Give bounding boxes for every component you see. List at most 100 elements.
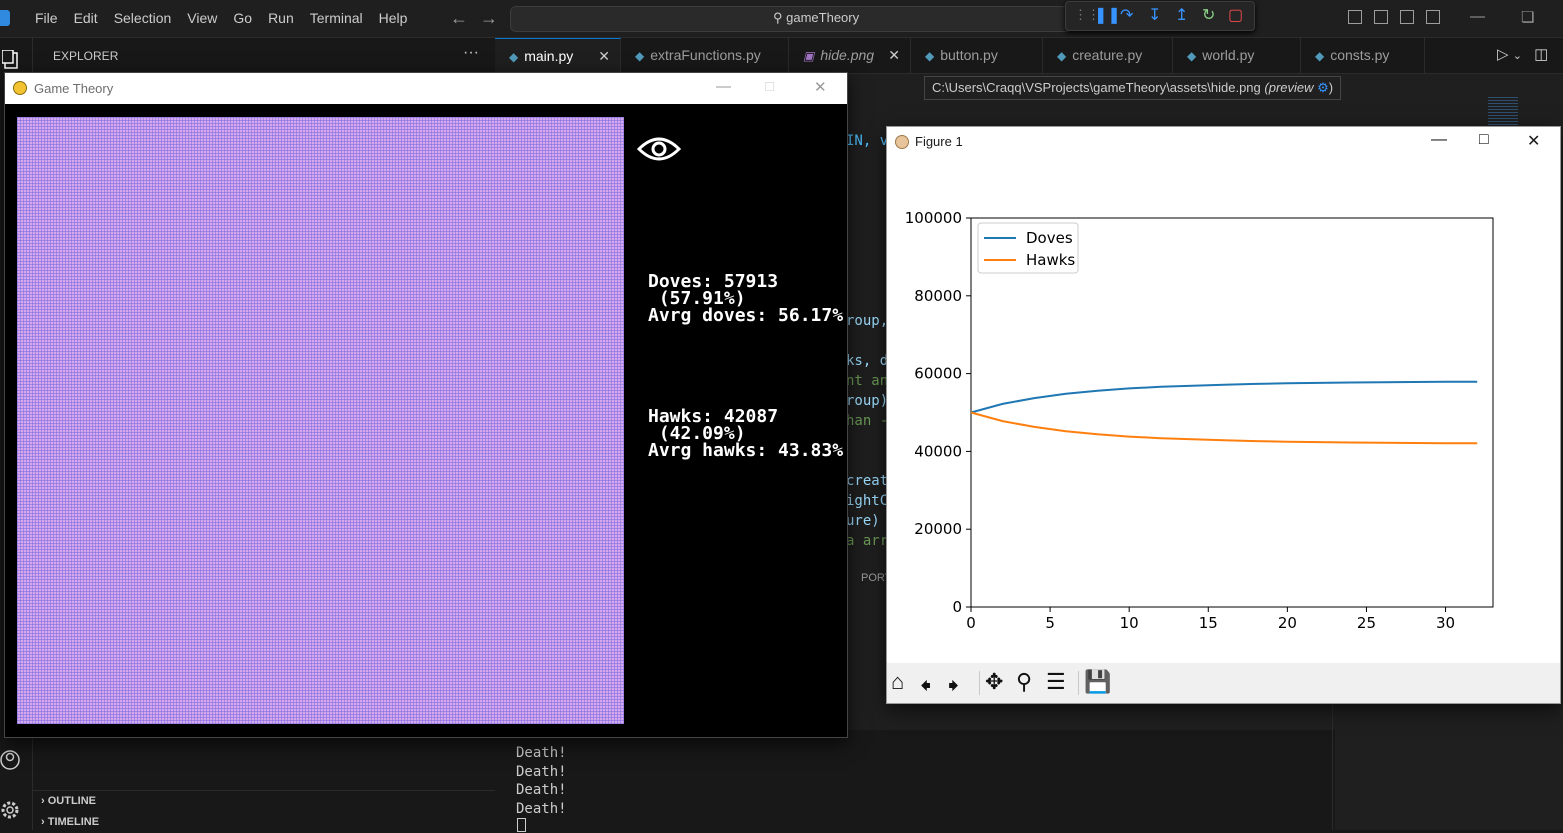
- python-file-icon: ◆: [635, 49, 645, 63]
- toggle-sidebar-icon[interactable]: [1348, 10, 1362, 24]
- account-icon[interactable]: [0, 748, 22, 772]
- vscode-logo-icon: [0, 10, 10, 26]
- menu-bar: File Edit Selection View Go Run Terminal…: [27, 10, 415, 26]
- code-fragment: creat: [846, 473, 889, 489]
- figure-titlebar[interactable]: Figure 1 — □ ✕: [887, 127, 1560, 157]
- tab-extrafunctions-py[interactable]: ◆ extraFunctions.py: [621, 38, 789, 73]
- plot-frame: [970, 217, 1494, 608]
- terminal-panel[interactable]: Death! Death! Death! Death! Death!: [495, 726, 1335, 832]
- forward-arrow-icon[interactable]: →: [480, 8, 498, 29]
- x-tick-label: 0: [966, 614, 976, 632]
- line-chart[interactable]: 0 5 10 15 20 25 30 0 20000 40000 60000 80000 100000 D…: [887, 157, 1560, 663]
- tab-label: consts.py: [1330, 47, 1390, 63]
- figure-toolbar: ⌂ 🠸 🠺 ✥ ⚲ ☰ 💾: [887, 663, 1560, 703]
- command-center-label: ⚲ gameTheory: [773, 10, 860, 25]
- tab-world-py[interactable]: ◆ world.py: [1173, 38, 1301, 73]
- python-file-icon: ◆: [925, 49, 935, 63]
- settings-gear-icon[interactable]: [0, 798, 22, 822]
- outline-section[interactable]: › OUTLINE: [33, 791, 495, 812]
- x-tick-label: 25: [1357, 614, 1376, 632]
- split-editor-icon[interactable]: ◫: [1534, 46, 1548, 63]
- gear-icon: ⚙: [1317, 80, 1329, 95]
- terminal-line: Death!: [516, 782, 567, 798]
- minimize-icon[interactable]: —: [1470, 8, 1485, 26]
- pause-icon[interactable]: ❚❚: [1094, 5, 1121, 25]
- y-tick-label: 40000: [914, 442, 962, 460]
- tab-creature-py[interactable]: ◆ creature.py: [1043, 38, 1173, 73]
- code-fragment: ks, d: [846, 353, 889, 369]
- tab-label: button.py: [940, 47, 998, 63]
- matplotlib-icon: [895, 135, 909, 149]
- simulation-grid[interactable]: [17, 117, 624, 724]
- code-fragment: ightC: [846, 493, 889, 509]
- step-out-icon[interactable]: ↥: [1175, 5, 1188, 25]
- menu-selection[interactable]: Selection: [106, 10, 180, 26]
- explorer-more-button[interactable]: ···: [463, 44, 479, 62]
- eye-visibility-icon[interactable]: [637, 135, 681, 163]
- code-fragment: roup,: [846, 313, 889, 329]
- minimize-icon[interactable]: —: [1431, 131, 1447, 149]
- command-center-search[interactable]: ⚲ gameTheory: [510, 6, 1072, 32]
- editor-tabs: ◆ main.py ✕ ◆ extraFunctions.py ▣ hide.png ✕ …: [495, 38, 1563, 74]
- menu-file[interactable]: File: [27, 10, 66, 26]
- zoom-magnifier-icon[interactable]: ⚲: [1016, 669, 1032, 695]
- pan-move-icon[interactable]: ✥: [985, 669, 1003, 695]
- close-icon[interactable]: ✕: [814, 78, 827, 96]
- menu-terminal[interactable]: Terminal: [302, 10, 371, 26]
- game-window-titlebar[interactable]: Game Theory — □ ✕: [5, 73, 847, 104]
- tab-consts-py[interactable]: ◆ consts.py: [1301, 38, 1425, 73]
- doves-average: Avrg doves: 56.17%: [648, 305, 844, 326]
- tab-label: hide.png: [820, 47, 875, 63]
- menu-run[interactable]: Run: [260, 10, 302, 26]
- step-over-icon[interactable]: ↷: [1120, 5, 1133, 25]
- x-tick-label: 5: [1045, 614, 1055, 632]
- tab-label: creature.py: [1072, 47, 1143, 63]
- tab-button-py[interactable]: ◆ button.py: [911, 38, 1043, 73]
- code-fragment: IN, v: [846, 133, 889, 149]
- toggle-panel-icon[interactable]: [1374, 10, 1388, 24]
- menu-help[interactable]: Help: [371, 10, 416, 26]
- x-tick-label: 30: [1436, 614, 1455, 632]
- image-file-icon: ▣: [803, 49, 815, 63]
- maximize-icon[interactable]: □: [1479, 131, 1489, 149]
- python-file-icon: ◆: [1057, 49, 1067, 63]
- code-fragment: han -: [846, 413, 889, 429]
- y-tick-label: 20000: [914, 520, 962, 538]
- tab-main-py[interactable]: ◆ main.py ✕: [495, 38, 621, 73]
- explorer-files-icon[interactable]: [2, 50, 20, 70]
- save-floppy-icon[interactable]: 💾: [1084, 669, 1111, 695]
- timeline-label: TIMELINE: [47, 816, 100, 828]
- home-icon[interactable]: ⌂: [891, 669, 904, 695]
- forward-arrow-icon[interactable]: 🠺: [948, 669, 959, 707]
- restart-icon[interactable]: ↻: [1202, 5, 1215, 25]
- minimize-icon[interactable]: —: [716, 78, 731, 95]
- editor-actions: ▷ ⌄ ◫: [1497, 45, 1548, 63]
- back-arrow-icon[interactable]: ←: [450, 8, 468, 29]
- debug-toolbar: ⋮⋮ ❚❚ ↷ ↧ ↥ ↻ ▢: [1065, 1, 1255, 31]
- toggle-secondary-sidebar-icon[interactable]: [1400, 10, 1414, 24]
- explorer-header: EXPLORER ···: [33, 38, 495, 73]
- run-dropdown-chevron-icon[interactable]: ⌄: [1513, 50, 1522, 62]
- close-icon[interactable]: ✕: [1527, 131, 1540, 151]
- customize-layout-icon[interactable]: [1426, 10, 1440, 24]
- step-into-icon[interactable]: ↧: [1148, 5, 1161, 25]
- menu-go[interactable]: Go: [225, 10, 260, 26]
- run-icon[interactable]: ▷: [1497, 46, 1509, 63]
- outline-label: OUTLINE: [47, 795, 97, 807]
- code-fragment: a arr: [846, 533, 889, 549]
- minimap[interactable]: [1488, 95, 1518, 125]
- restore-icon[interactable]: ❏: [1521, 8, 1534, 26]
- code-fragment: nt an: [846, 373, 889, 389]
- tab-hide-png[interactable]: ▣ hide.png ✕: [789, 38, 911, 73]
- configure-subplots-icon[interactable]: ☰: [1046, 669, 1066, 695]
- close-tab-icon[interactable]: ✕: [888, 38, 900, 73]
- python-file-icon: ◆: [1187, 49, 1197, 63]
- close-tab-icon[interactable]: ✕: [598, 39, 610, 74]
- menu-view[interactable]: View: [179, 10, 225, 26]
- python-file-icon: ◆: [1315, 49, 1325, 63]
- back-arrow-icon[interactable]: 🠸: [920, 669, 931, 707]
- stop-icon[interactable]: ▢: [1228, 5, 1243, 25]
- menu-edit[interactable]: Edit: [66, 10, 106, 26]
- x-tick-label: 20: [1278, 614, 1297, 632]
- panel-divider: [1332, 700, 1333, 830]
